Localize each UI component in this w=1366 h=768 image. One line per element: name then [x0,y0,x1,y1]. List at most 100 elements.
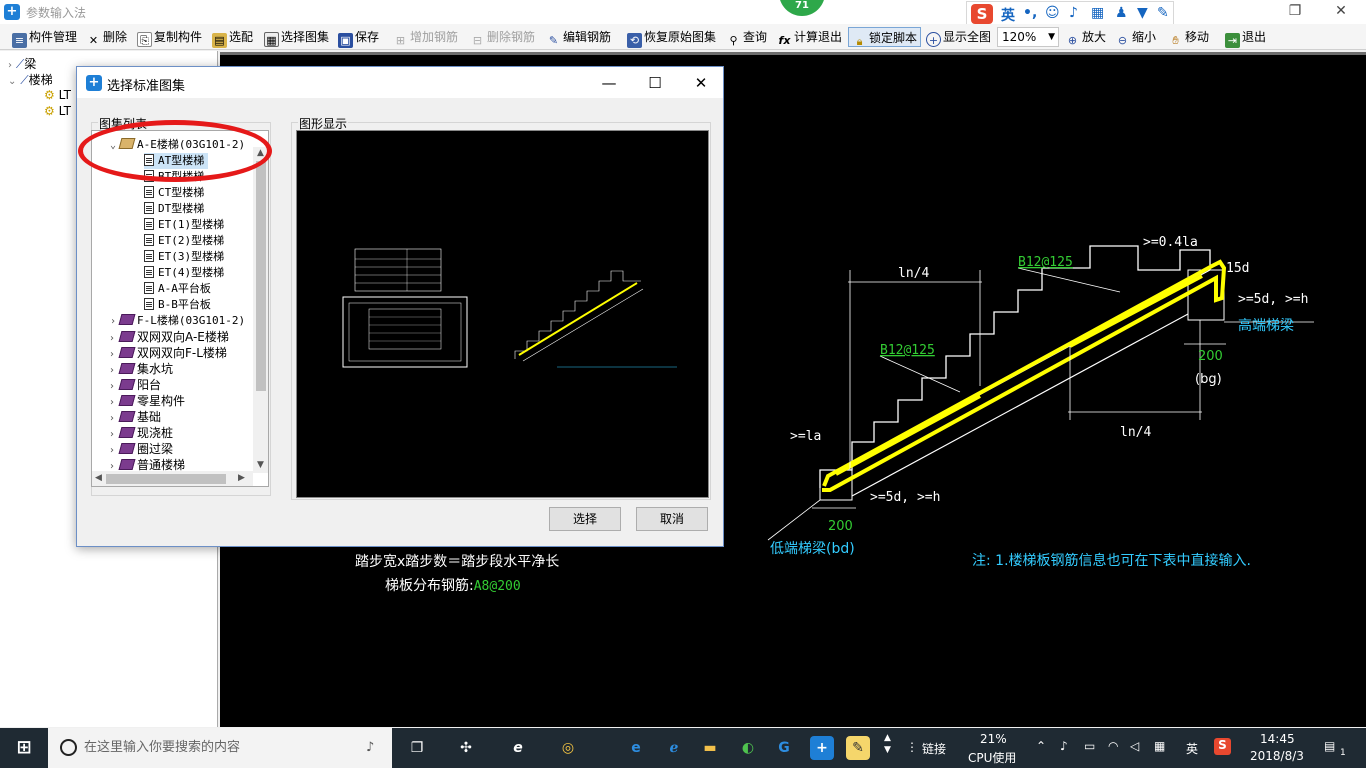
tree-group-fl[interactable]: › F-L楼梯(03G101-2) [110,313,245,329]
add-rebar-button[interactable]: ⊞ 增加钢筋 [393,27,458,47]
copy-component-button[interactable]: ⎘ 复制构件 [137,27,202,47]
tree-leaf-aa[interactable]: A-A平台板 [144,281,211,297]
keyboard-icon[interactable]: ▦ [1091,5,1104,21]
chevron-up-icon[interactable]: ⌃ [1036,739,1046,753]
tree-group-lintel[interactable]: › 圈过梁 [110,441,173,457]
volume-icon[interactable]: ◁ [1130,739,1139,753]
bell-icon[interactable]: ♪ [1060,739,1068,753]
g-app-icon[interactable]: G [772,736,796,760]
horizontal-scrollbar[interactable]: ◀ ▶ [92,471,253,486]
maximize-button[interactable]: ☐ [635,72,675,94]
tree-leaf-et4[interactable]: ET(4)型楼梯 [144,265,224,281]
zoom-out-button[interactable]: ⊖ 缩小 [1115,27,1156,47]
notes-app-icon[interactable]: ✎ [846,736,870,760]
select-match-button[interactable]: ▤ 选配 [212,27,253,48]
taskbar: ⊞ 在这里输入你要搜索的内容 ♪ ❐ ✣ e ◎ e ℯ ▬ ◐ G + ✎ ▲… [0,728,1366,768]
dialog-close-button[interactable]: ✕ [681,72,721,94]
zoom-in-button[interactable]: ⊕ 放大 [1065,27,1106,47]
scroll-thumb[interactable] [106,474,226,484]
ime-lang[interactable]: 英 [1001,5,1015,25]
scroll-down-icon[interactable]: ▼ [257,460,264,470]
vertical-scrollbar[interactable]: ▲ ▼ [253,147,268,473]
tree-node-lt-2[interactable]: ⚙ LT [44,104,71,118]
tree-group-dual-fl[interactable]: › 双网双向F-L楼梯 [110,345,227,361]
ime-punct[interactable]: •, [1023,5,1037,21]
tree-group-pile[interactable]: › 现浇桩 [110,425,173,441]
select-atlas-button[interactable]: ▦ 选择图集 [264,27,329,47]
emoji-icon[interactable]: ☺ [1045,5,1060,21]
document-icon [144,186,154,198]
wifi-icon[interactable]: ◠ [1108,739,1118,753]
app-icon: + [4,4,20,20]
tree-node-beam[interactable]: › ⟋梁 [8,55,36,72]
dim-ln4-top: ln/4 [898,266,929,281]
show-all-button[interactable]: + 显示全图 [926,27,991,47]
skin-icon[interactable]: ▼ [1137,5,1148,21]
tree-group-balcony[interactable]: › 阳台 [110,377,161,393]
atlas-tree[interactable]: ⌄ A-E楼梯(03G101-2) AT型楼梯 BT型楼梯 CT型楼梯 DT型楼梯… [91,130,269,487]
distribution-label: 梯板分布钢筋:A8@200 [385,577,521,594]
clock-date[interactable]: 2018/8/3 [1250,749,1304,763]
edge-browser-icon[interactable]: e [624,736,648,760]
zoom-in-icon: ⊕ [1067,34,1078,47]
restore-atlas-button[interactable]: ⟲ 恢复原始图集 [627,27,716,48]
select-button[interactable]: 选择 [549,507,621,531]
zoom-select[interactable]: 120% ▼ [997,27,1059,47]
move-button[interactable]: ✋︎ 移动 [1168,27,1209,47]
ie-icon[interactable]: ℯ [662,736,686,760]
folder-icon[interactable]: ▬ [698,736,722,760]
tree-leaf-et1[interactable]: ET(1)型楼梯 [144,217,224,233]
query-button[interactable]: ⚲ 查询 [726,27,767,47]
restore-window-button[interactable]: ❐ [1272,0,1318,22]
tree-leaf-dt[interactable]: DT型楼梯 [144,201,204,217]
notification-center-icon[interactable]: ▤ [1324,739,1335,753]
scroll-left-icon[interactable]: ◀ [95,473,102,483]
save-button[interactable]: ▣ 保存 [338,27,379,48]
edit-rebar-button[interactable]: ✎ 编辑钢筋 [546,27,611,47]
green-browser-icon[interactable]: ◐ [736,736,760,760]
user-icon[interactable]: ♟ [1115,5,1128,21]
floating-badge[interactable]: 71 [779,0,825,16]
scroll-right-icon[interactable]: ▶ [238,473,245,483]
tree-node-stair[interactable]: ⌄ ⟋楼梯 [8,71,53,88]
microphone-icon[interactable]: ♪ [366,728,374,768]
close-window-button[interactable]: ✕ [1318,0,1364,22]
tree-leaf-ct[interactable]: CT型楼梯 [144,185,204,201]
delete-rebar-icon: ⊟ [472,34,483,47]
taskbar-search[interactable]: 在这里输入你要搜索的内容 ♪ [48,728,392,768]
component-manager-button[interactable]: ≡ 构件管理 [12,27,77,48]
keyboard-icon[interactable]: ▦ [1154,739,1165,753]
microphone-icon[interactable]: ♪ [1069,5,1078,21]
lock-script-button[interactable]: 🔒︎ 锁定脚本 [848,27,922,48]
taskbar-scroll[interactable]: ▲ ▼ [884,732,891,756]
delete-button[interactable]: ✕ 删除 [86,27,127,47]
tree-group-sump[interactable]: › 集水坑 [110,361,173,377]
calc-exit-button[interactable]: fx 计算退出 [777,27,842,47]
pinwheel-app-icon[interactable]: ✣ [454,736,478,760]
cancel-button[interactable]: 取消 [636,507,708,531]
link-toolbar[interactable]: 链接 [922,740,946,757]
battery-icon[interactable]: ▭ [1084,739,1095,753]
input-lang[interactable]: 英 [1186,740,1198,757]
tree-group-misc[interactable]: › 零星构件 [110,393,185,409]
exit-button[interactable]: ⇥ 退出 [1225,27,1266,48]
clock-time[interactable]: 14:45 [1260,732,1295,746]
delete-rebar-button[interactable]: ⊟ 删除钢筋 [470,27,535,47]
windows-start-icon[interactable]: ⊞ [12,736,36,760]
notify-app-icon[interactable]: ◎ [556,736,580,760]
fx-icon: fx [778,34,791,47]
task-view-icon[interactable]: ❐ [405,736,429,760]
tree-leaf-et2[interactable]: ET(2)型楼梯 [144,233,224,249]
tree-node-lt-1[interactable]: ⚙ LT [44,88,71,102]
tree-leaf-et3[interactable]: ET(3)型楼梯 [144,249,224,265]
edge-icon[interactable]: e [506,736,530,760]
tree-group-foundation[interactable]: › 基础 [110,409,161,425]
scroll-thumb[interactable] [256,161,266,391]
tree-leaf-bb[interactable]: B-B平台板 [144,297,211,313]
sogou-tray-icon[interactable]: S [1214,738,1231,755]
minimize-button[interactable]: — [589,72,629,94]
active-app-icon[interactable]: + [810,736,834,760]
wrench-icon[interactable]: ✎ [1157,5,1169,21]
tree-group-dual-ae[interactable]: › 双网双向A-E楼梯 [110,329,229,345]
sogou-logo-icon[interactable]: S [971,4,993,24]
